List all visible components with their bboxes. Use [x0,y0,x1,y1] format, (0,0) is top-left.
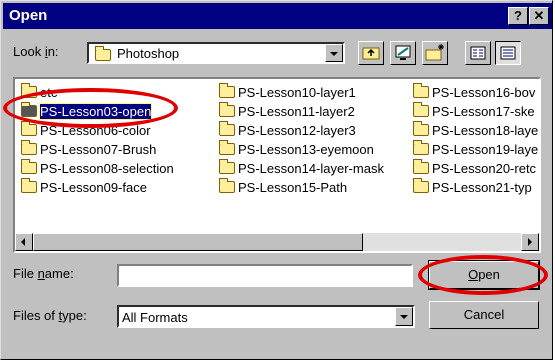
look-in-label: Look in: [13,44,59,59]
folder-icon [219,159,235,174]
folder-icon [413,102,429,117]
folder-icon [413,83,429,98]
folder-icon [219,121,235,136]
new-folder-icon [425,44,444,61]
up-one-level-button[interactable] [358,41,384,65]
file-list[interactable]: etc PS-Lesson03-open PS-Lesson06-color P… [13,77,541,253]
details-view-button[interactable] [495,41,521,65]
window-title: Open [9,7,48,24]
list-item[interactable]: PS-Lesson12-layer3 [219,121,356,140]
close-button[interactable]: ✕ [529,7,549,25]
list-item[interactable]: PS-Lesson06-color [21,121,151,140]
list-item-selected[interactable]: PS-Lesson03-open [21,102,153,121]
title-bar[interactable]: Open ? ✕ [3,3,552,29]
scroll-right-icon[interactable] [521,233,539,251]
list-item[interactable]: PS-Lesson19-laye [413,140,538,159]
cancel-button[interactable]: Cancel [429,301,539,329]
open-button[interactable]: Open [428,260,540,290]
list-item[interactable]: PS-Lesson18-laye [413,121,538,140]
chevron-down-icon[interactable] [325,44,343,62]
folder-icon [219,102,235,117]
list-item[interactable]: PS-Lesson10-layer1 [219,83,356,102]
folder-icon [413,178,429,193]
folder-icon [21,121,37,136]
list-item[interactable]: PS-Lesson11-layer2 [219,102,355,121]
scroll-left-icon[interactable] [15,233,33,251]
list-item[interactable]: PS-Lesson20-retc [413,159,536,178]
list-item[interactable]: etc [21,83,57,102]
create-new-folder-button[interactable] [422,41,448,65]
list-item[interactable]: PS-Lesson15-Path [219,178,347,197]
folder-icon [95,46,111,61]
folder-icon [21,83,37,98]
list-item[interactable]: PS-Lesson13-eyemoon [219,140,374,159]
list-item[interactable]: PS-Lesson21-typ [413,178,532,197]
details-view-icon [500,46,516,60]
chevron-down-icon[interactable] [395,307,413,326]
folder-icon [219,140,235,155]
folder-icon [219,83,235,98]
folder-icon [21,159,37,174]
horizontal-scrollbar[interactable] [15,233,539,251]
files-of-type-dropdown[interactable]: All Formats [117,305,415,328]
files-of-type-value: All Formats [122,310,188,325]
list-item[interactable]: PS-Lesson16-bov [413,83,535,102]
folder-icon [219,178,235,193]
open-dialog: Open ? ✕ Look in: Photoshop etc PS-Lesso… [0,0,553,360]
go-to-desktop-button[interactable] [390,41,416,65]
list-item[interactable]: PS-Lesson07-Brush [21,140,156,159]
list-item[interactable]: PS-Lesson09-face [21,178,147,197]
folder-icon [413,159,429,174]
files-of-type-label: Files of type: [13,308,87,323]
file-name-input[interactable] [117,264,413,287]
list-item[interactable]: PS-Lesson08-selection [21,159,174,178]
list-item[interactable]: PS-Lesson14-layer-mask [219,159,384,178]
help-button[interactable]: ? [508,7,528,25]
folder-icon [21,102,37,117]
folder-icon [413,140,429,155]
look-in-value: Photoshop [117,46,180,61]
list-view-button[interactable] [465,41,491,65]
list-item[interactable]: PS-Lesson17-ske [413,102,535,121]
look-in-dropdown[interactable]: Photoshop [87,42,345,64]
folder-icon [21,178,37,193]
up-folder-icon [362,47,380,60]
scrollbar-thumb[interactable] [33,233,363,251]
folder-icon [413,121,429,136]
desktop-icon [395,45,411,60]
folder-icon [21,140,37,155]
list-view-icon [470,46,486,60]
file-name-label: File name: [13,266,74,281]
